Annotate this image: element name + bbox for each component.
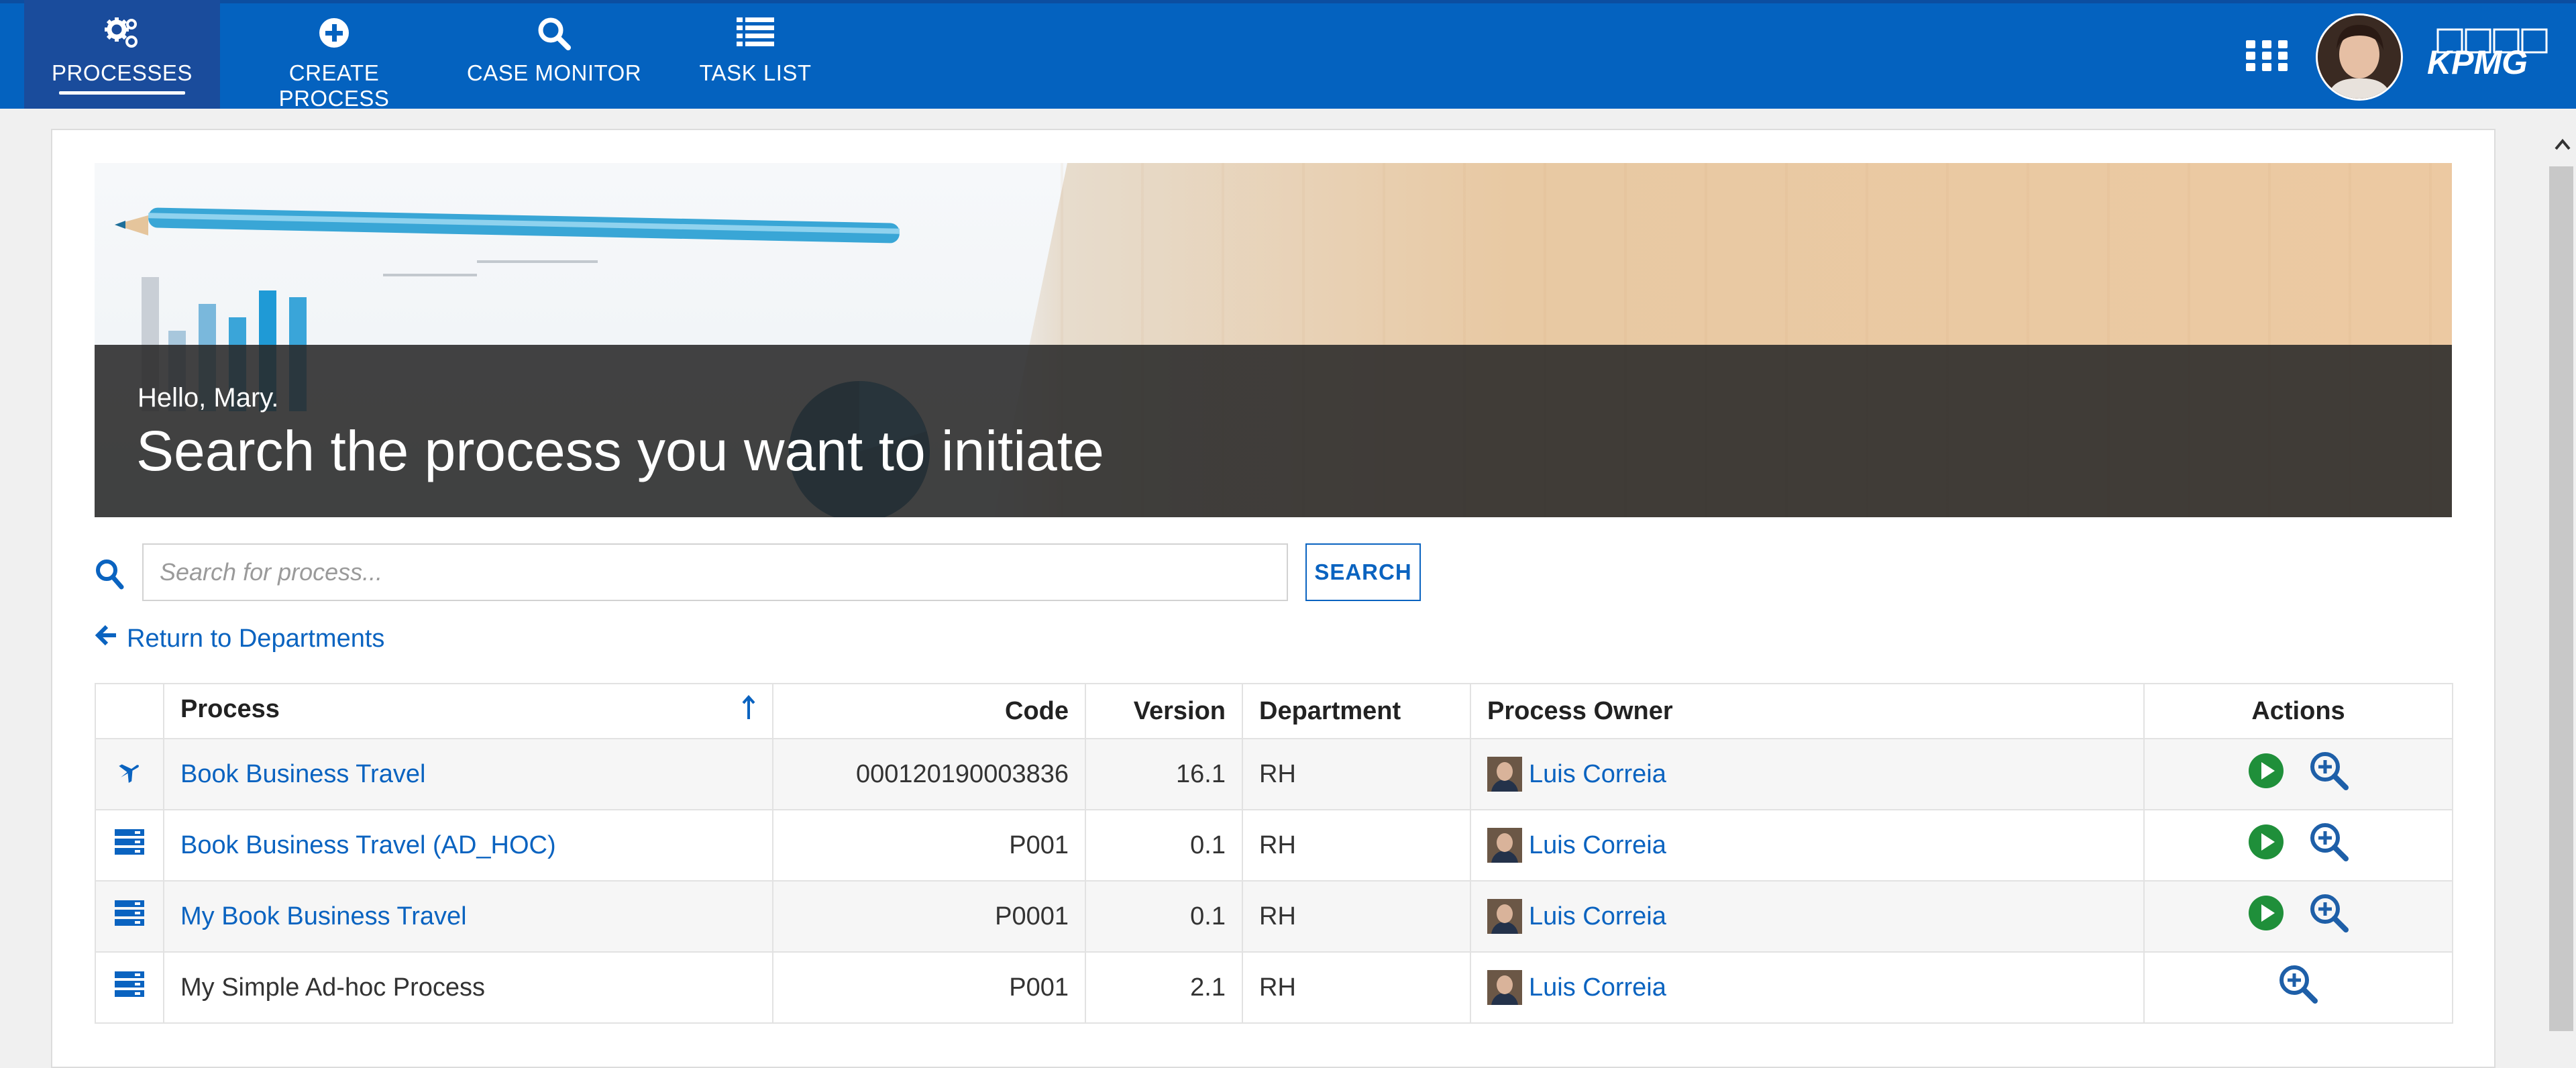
process-name-link[interactable]: My Book Business Travel [163, 880, 773, 953]
list-icon [678, 16, 833, 51]
process-name: My Simple Ad-hoc Process [163, 951, 773, 1024]
process-department: RH [1242, 880, 1471, 953]
column-header-actions: Actions [2143, 683, 2453, 739]
process-owner-cell: Luis Correia [1470, 738, 2145, 810]
process-version: 0.1 [1085, 809, 1243, 882]
owner-name-link[interactable]: Luis Correia [1529, 831, 1666, 860]
zoom-in-icon[interactable] [2309, 893, 2349, 940]
stack-icon [95, 809, 164, 882]
column-header-code[interactable]: Code [772, 683, 1086, 739]
user-avatar[interactable] [2316, 13, 2403, 101]
column-header-owner[interactable]: Process Owner [1470, 683, 2145, 739]
table-row: My Book Business Travel P0001 0.1 RH Lui… [95, 880, 2453, 953]
actions-cell [2143, 880, 2453, 953]
process-version: 2.1 [1085, 951, 1243, 1024]
process-owner-cell: Luis Correia [1470, 951, 2145, 1024]
scroll-up-arrow-icon[interactable] [2553, 136, 2572, 154]
owner-avatar [1487, 970, 1522, 1005]
table-row: My Simple Ad-hoc Process P001 2.1 RH Lui… [95, 951, 2453, 1024]
stack-icon [95, 880, 164, 953]
apps-grid-icon[interactable] [2246, 40, 2288, 71]
process-department: RH [1242, 951, 1471, 1024]
nav-item-case-monitor[interactable]: CASE MONITOR [460, 0, 648, 109]
active-underline [59, 91, 185, 95]
return-link-label: Return to Departments [127, 624, 385, 653]
return-to-departments-link[interactable]: Return to Departments [95, 624, 384, 653]
svg-text:KPMG: KPMG [2427, 44, 2528, 81]
process-name-link[interactable]: Book Business Travel [163, 738, 773, 810]
process-code: P0001 [772, 880, 1086, 953]
table-row: Book Business Travel (AD_HOC) P001 0.1 R… [95, 809, 2453, 882]
process-version: 16.1 [1085, 738, 1243, 810]
process-owner-cell: Luis Correia [1470, 809, 2145, 882]
owner-avatar [1487, 899, 1522, 934]
process-owner-cell: Luis Correia [1470, 880, 2145, 953]
nav-label-task-list: TASK LIST [699, 60, 812, 85]
search-icon [95, 558, 124, 590]
column-header-process[interactable]: Process [163, 683, 773, 739]
gears-icon [24, 16, 220, 51]
process-code: P001 [772, 951, 1086, 1024]
owner-name-link[interactable]: Luis Correia [1529, 973, 1666, 1002]
owner-avatar [1487, 757, 1522, 792]
top-navigation-bar: PROCESSES CREATE PROCESS CASE MONITOR TA… [0, 0, 2576, 111]
zoom-in-icon[interactable] [2309, 822, 2349, 869]
plus-circle-icon [233, 16, 435, 51]
process-code: P001 [772, 809, 1086, 882]
banner-overlay: Hello, Mary. Search the process you want… [95, 345, 2452, 517]
hero-banner: Hello, Mary. Search the process you want… [95, 163, 2452, 517]
airplane-icon [95, 738, 164, 810]
process-table: Process Code Version Department Process … [95, 683, 2453, 1024]
kpmg-logo: KPMG [2424, 27, 2556, 83]
table-row: Book Business Travel 000120190003836 16.… [95, 738, 2453, 810]
zoom-in-icon[interactable] [2278, 964, 2318, 1011]
search-button[interactable]: SEARCH [1305, 543, 1421, 601]
nav-item-create-process[interactable]: CREATE PROCESS [233, 0, 435, 111]
arrow-left-icon [95, 624, 117, 653]
sort-ascending-icon[interactable] [741, 694, 756, 727]
process-department: RH [1242, 809, 1471, 882]
scrollbar-thumb[interactable] [2549, 166, 2573, 1031]
zoom-in-icon[interactable] [2309, 751, 2349, 798]
column-header-department[interactable]: Department [1242, 683, 1471, 739]
table-header-row: Process Code Version Department Process … [95, 683, 2453, 739]
nav-label-case-monitor: CASE MONITOR [466, 60, 642, 85]
owner-avatar [1487, 828, 1522, 863]
greeting-text: Hello, Mary. [138, 383, 279, 413]
play-icon[interactable] [2247, 823, 2285, 867]
nav-item-task-list[interactable]: TASK LIST [678, 0, 833, 109]
process-version: 0.1 [1085, 880, 1243, 953]
icon-column-header [95, 683, 164, 739]
actions-cell [2143, 738, 2453, 810]
process-name-link[interactable]: Book Business Travel (AD_HOC) [163, 809, 773, 882]
play-icon[interactable] [2247, 894, 2285, 939]
process-department: RH [1242, 738, 1471, 810]
nav-item-processes[interactable]: PROCESSES [24, 0, 220, 109]
stack-icon [95, 951, 164, 1024]
nav-label-create-process: CREATE PROCESS [278, 60, 390, 111]
column-header-version[interactable]: Version [1085, 683, 1243, 739]
process-code: 000120190003836 [772, 738, 1086, 810]
search-icon [460, 16, 648, 51]
banner-headline: Search the process you want to initiate [136, 419, 1104, 482]
process-search-input[interactable] [142, 543, 1288, 601]
owner-name-link[interactable]: Luis Correia [1529, 902, 1666, 931]
owner-name-link[interactable]: Luis Correia [1529, 760, 1666, 789]
nav-label-processes: PROCESSES [52, 60, 193, 85]
play-icon[interactable] [2247, 752, 2285, 796]
actions-cell [2143, 809, 2453, 882]
actions-cell [2143, 951, 2453, 1024]
